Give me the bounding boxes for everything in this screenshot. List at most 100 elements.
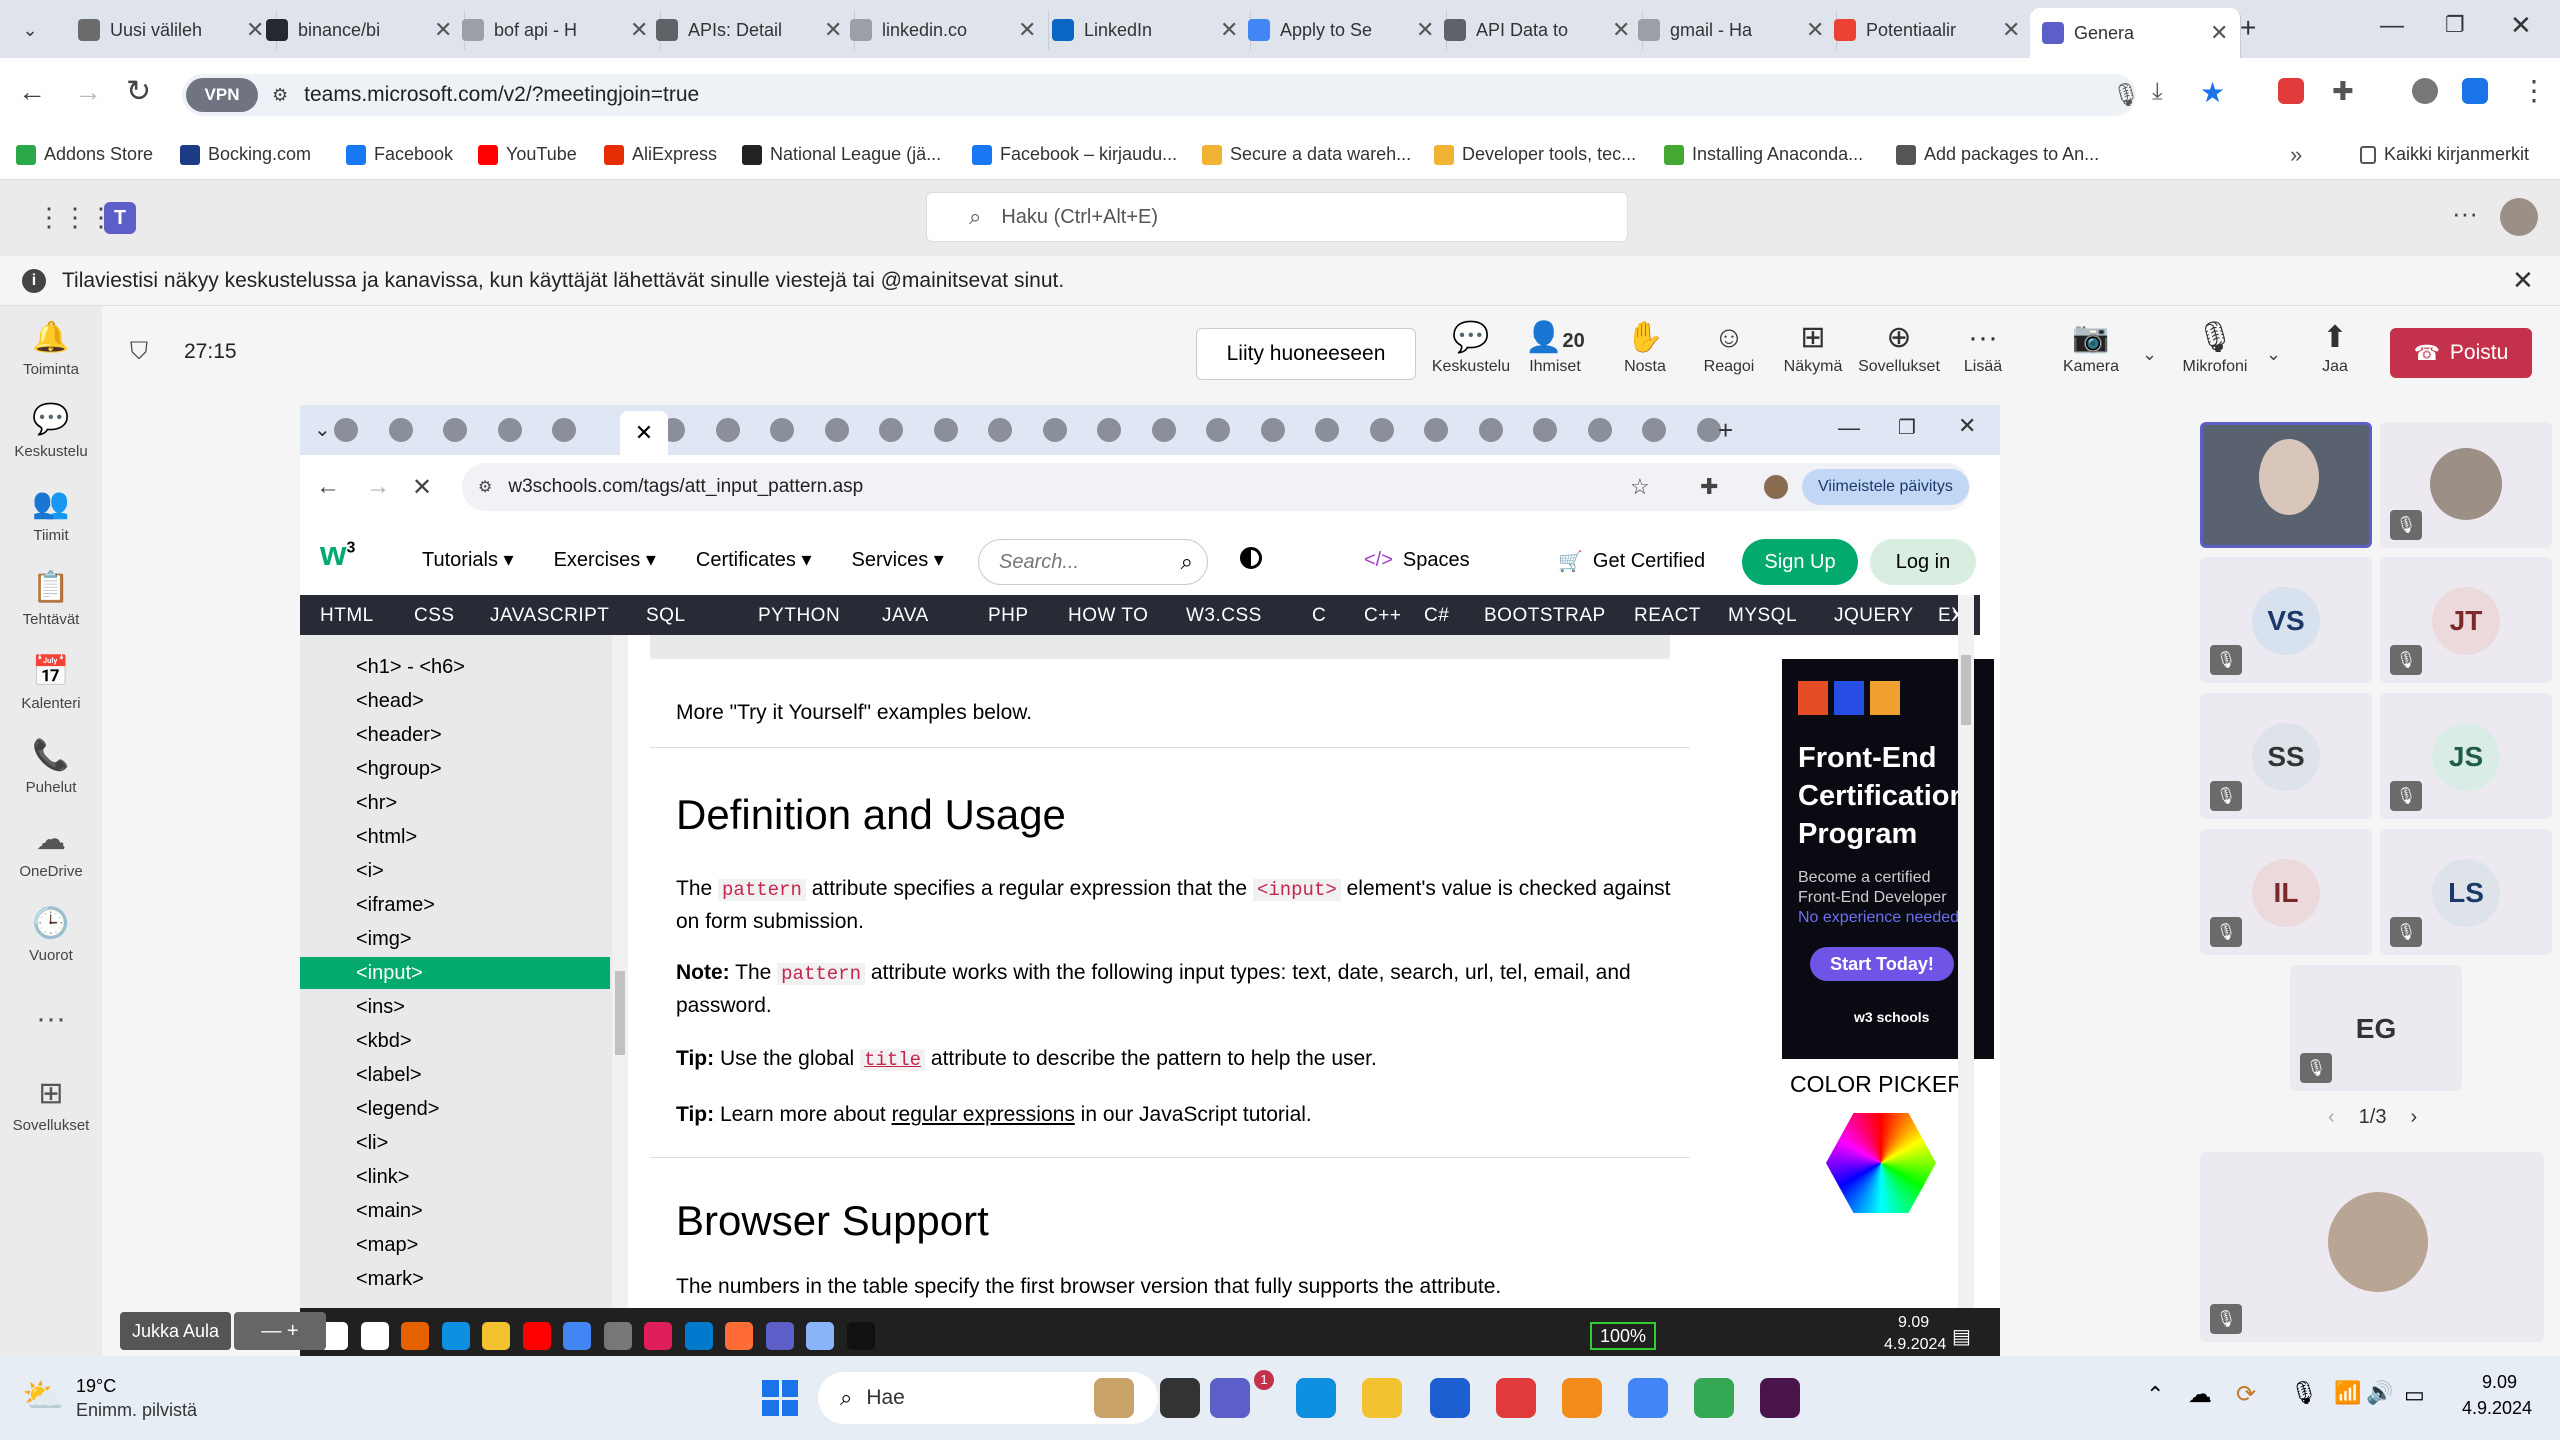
slack-icon[interactable] <box>644 1322 672 1350</box>
terminal-icon[interactable] <box>846 1322 875 1350</box>
microphone-icon[interactable]: 🎙 <box>2112 82 2140 108</box>
leave-button[interactable]: ☎ Poistu <box>2390 328 2532 378</box>
bookmark-star-icon[interactable]: ★ <box>2200 76 2225 109</box>
weather-icon[interactable]: ⛅ <box>22 1376 64 1416</box>
left-menu-item[interactable]: <li> <box>356 1127 388 1159</box>
nav-item[interactable]: C <box>1312 605 1326 627</box>
nav-item[interactable]: HOW TO <box>1068 605 1148 627</box>
participant-tile[interactable]: JS 🎙 <box>2380 693 2552 819</box>
title-link[interactable]: title <box>860 1049 926 1071</box>
left-menu-item[interactable]: <link> <box>356 1161 409 1193</box>
postman-icon[interactable] <box>725 1322 753 1350</box>
reload-icon[interactable]: ↻ <box>126 74 151 109</box>
onedrive-icon[interactable]: ☁ <box>2188 1380 2212 1409</box>
nav-item[interactable]: PHP <box>988 605 1029 627</box>
forward-icon[interactable]: → <box>366 473 390 501</box>
new-tab-button[interactable]: + <box>2240 12 2256 44</box>
shared-url-text[interactable]: w3schools.com/tags/att_input_pattern.asp <box>508 476 863 498</box>
teams-chat-icon[interactable] <box>1210 1378 1250 1418</box>
sync-icon[interactable]: ⟳ <box>2236 1380 2256 1409</box>
shared-tab-favicon-icon[interactable] <box>879 418 903 442</box>
close-tab-icon[interactable]: ✕ <box>2002 17 2020 43</box>
edge-icon[interactable] <box>441 1322 470 1350</box>
mic-button[interactable]: 🎙 Mikrofoni <box>2172 318 2258 376</box>
close-window-button[interactable]: ✕ <box>1958 413 1976 439</box>
maximize-button[interactable]: ❐ <box>1898 415 1916 440</box>
url-text[interactable]: teams.microsoft.com/v2/?meetingjoin=true <box>304 83 699 107</box>
share-button[interactable]: ⬆ Jaa <box>2292 318 2378 376</box>
teams-search-input[interactable]: ⌕ Haku (Ctrl+Alt+E) <box>926 192 1628 242</box>
tab-search-button[interactable]: ⌄ <box>14 14 46 46</box>
participant-tile[interactable]: VS 🎙 <box>2200 557 2372 683</box>
browser-tab[interactable]: Potentiaalir ✕ <box>1822 10 2034 50</box>
app-launcher-icon[interactable]: ⋮⋮⋮ <box>36 202 114 233</box>
shared-tab-favicon-icon[interactable] <box>770 418 794 442</box>
page-scrollbar[interactable] <box>1958 595 1974 1335</box>
show-hidden-icons[interactable]: ⌃ <box>2146 1382 2164 1408</box>
vlc-icon[interactable] <box>1562 1378 1602 1418</box>
nav-item[interactable]: CSS <box>414 605 455 627</box>
nav-item[interactable]: JQUERY <box>1834 605 1914 627</box>
settings-more-icon[interactable]: ··· <box>2452 198 2478 229</box>
participant-tile[interactable]: LS 🎙 <box>2380 829 2552 955</box>
rail-more[interactable]: ··· <box>0 1002 102 1042</box>
volume-icon[interactable]: 🔊 <box>2366 1380 2393 1406</box>
left-menu-item[interactable]: <html> <box>356 821 417 853</box>
left-menu-scrollbar[interactable] <box>612 635 628 1335</box>
shared-tab-favicon-icon[interactable] <box>1424 418 1448 442</box>
w3schools-logo[interactable]: w3 <box>320 535 370 585</box>
left-menu-item[interactable]: <hr> <box>356 787 397 819</box>
browser-tab[interactable]: Uusi välileh ✕ <box>66 10 278 50</box>
left-menu-item[interactable]: <input> <box>300 957 610 989</box>
nav-item[interactable]: SQL <box>646 605 686 627</box>
close-tab-icon[interactable]: ✕ <box>2210 20 2228 46</box>
rail-onedrive[interactable]: ☁ OneDrive <box>0 822 102 880</box>
people-button[interactable]: 👤20 Ihmiset <box>1512 318 1598 376</box>
back-icon[interactable]: ← <box>18 76 46 108</box>
rail-apps[interactable]: ⊞ Sovellukset <box>0 1076 102 1134</box>
bookmark-item[interactable]: Facebook <box>346 144 453 165</box>
left-menu-item[interactable]: <ins> <box>356 991 405 1023</box>
browser-tab[interactable]: APIs: Detail ✕ <box>644 10 856 50</box>
vpn-badge[interactable]: VPN <box>186 78 258 112</box>
rail-teams[interactable]: 👥 Tiimit <box>0 486 102 544</box>
widgets-icon[interactable] <box>1094 1378 1134 1418</box>
search-icon[interactable] <box>360 1322 389 1350</box>
weather-desc[interactable]: Enimm. pilvistä <box>76 1400 197 1421</box>
clock-time[interactable]: 9.09 <box>2482 1372 2517 1393</box>
participant-video-tile[interactable] <box>2200 422 2372 548</box>
react-button[interactable]: ☺ Reagoi <box>1686 318 1772 376</box>
chrome-icon[interactable] <box>563 1322 591 1350</box>
bookmark-item[interactable]: Addons Store <box>16 144 153 165</box>
bookmark-item[interactable]: YouTube <box>478 144 577 165</box>
install-app-icon[interactable]: ⤓ <box>2152 78 2163 106</box>
left-menu-item[interactable]: <mark> <box>356 1263 424 1295</box>
active-tab[interactable]: ✕ <box>620 411 668 455</box>
file-explorer-icon[interactable] <box>1362 1378 1402 1418</box>
app-icon[interactable] <box>603 1322 632 1350</box>
shared-tab-favicon-icon[interactable] <box>715 418 740 442</box>
profile-icon[interactable] <box>1764 475 1788 499</box>
spaces-link[interactable]: </> Spaces <box>1364 549 1470 572</box>
app-icon[interactable] <box>806 1322 834 1350</box>
task-view-icon[interactable] <box>1160 1378 1200 1418</box>
shared-tab-favicon-icon[interactable] <box>1696 418 1721 442</box>
menu-tutorials[interactable]: Tutorials ▾ <box>422 547 514 572</box>
office-icon[interactable] <box>1496 1378 1536 1418</box>
signup-button[interactable]: Sign Up <box>1742 539 1858 585</box>
color-picker-hexagon[interactable] <box>1826 1113 1936 1213</box>
extensions-icon[interactable]: ✚ <box>1700 474 1718 500</box>
browser-tab[interactable]: Genera ✕ <box>2030 8 2242 58</box>
browser-tab[interactable]: LinkedIn ✕ <box>1040 10 1252 50</box>
close-window-button[interactable]: ✕ <box>2510 10 2532 41</box>
rail-chat[interactable]: 💬 Keskustelu <box>0 402 102 460</box>
shared-tab-favicon-icon[interactable] <box>388 418 413 442</box>
bookmark-item[interactable]: Secure a data wareh... <box>1202 144 1411 165</box>
start-today-button[interactable]: Start Today! <box>1810 947 1954 981</box>
store-icon[interactable] <box>1430 1378 1470 1418</box>
left-menu-item[interactable]: <legend> <box>356 1093 439 1125</box>
shared-tab-favicon-icon[interactable] <box>1042 418 1067 442</box>
youtube-icon[interactable] <box>522 1322 551 1350</box>
adblock-extension-icon[interactable] <box>2278 78 2304 104</box>
browser-tab[interactable]: binance/bi ✕ <box>254 10 466 50</box>
